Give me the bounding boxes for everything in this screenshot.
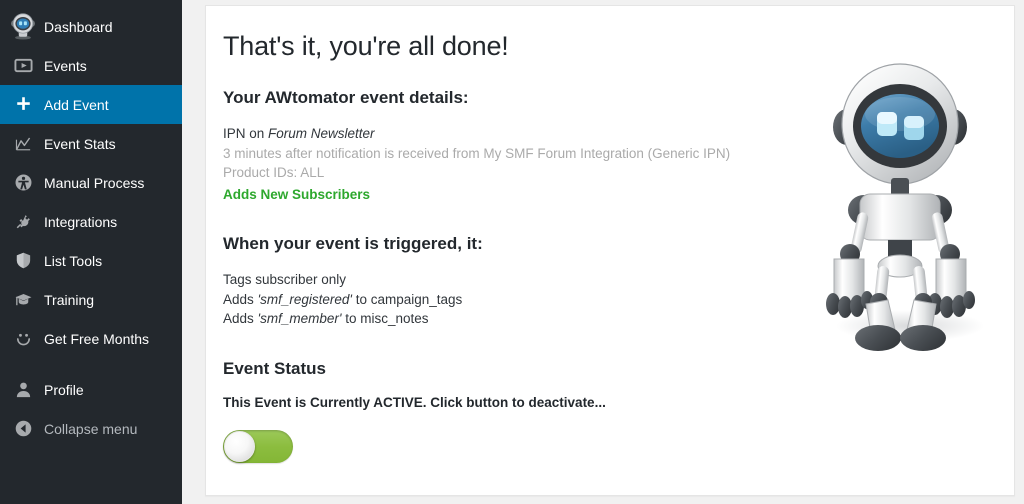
trigger-line-2-emphasis: 'smf_registered'	[257, 291, 352, 307]
sidebar-item-profile[interactable]: Profile	[0, 370, 182, 409]
sidebar-item-event-stats[interactable]: Event Stats	[0, 124, 182, 163]
trigger-line-3-suffix: to misc_notes	[341, 311, 429, 327]
collapse-arrow-icon	[6, 412, 40, 446]
sidebar-item-label: Training	[44, 291, 95, 308]
sidebar-item-label: Add Event	[44, 96, 109, 113]
trigger-line-2-suffix: to campaign_tags	[351, 291, 463, 307]
event-active-toggle[interactable]	[223, 429, 293, 463]
sidebar-item-label: Events	[44, 57, 87, 74]
accessibility-icon	[6, 166, 40, 200]
sidebar-nav: Dashboard Events Add Event Event Stats M…	[0, 0, 190, 504]
sidebar-item-label: Dashboard	[44, 18, 113, 35]
event-status-text: This Event is Currently ACTIVE. Click bu…	[223, 394, 606, 410]
main-content: That's it, you're all done! Your AWtomat…	[182, 0, 1024, 504]
sidebar-item-integrations[interactable]: Integrations	[0, 202, 182, 241]
sidebar-item-manual-process[interactable]: Manual Process	[0, 163, 182, 202]
content-card: That's it, you're all done! Your AWtomat…	[205, 5, 1015, 496]
plug-icon	[6, 205, 40, 239]
event-detail-emphasis: Forum Newsletter	[268, 126, 375, 142]
sidebar-item-label: List Tools	[44, 252, 103, 269]
person-icon	[6, 373, 40, 407]
sidebar-item-label: Event Stats	[44, 135, 116, 152]
robot-mascot-illustration	[792, 54, 1008, 354]
sidebar-item-events[interactable]: Events	[0, 46, 182, 85]
play-icon	[6, 49, 40, 83]
smiley-icon	[6, 322, 40, 356]
trigger-line-3-emphasis: 'smf_member'	[257, 311, 342, 327]
sidebar-item-label: Profile	[44, 381, 84, 398]
trigger-line-3-prefix: Adds	[223, 311, 258, 327]
sidebar-item-list-tools[interactable]: List Tools	[0, 241, 182, 280]
trigger-line-2-prefix: Adds	[223, 291, 258, 307]
graduation-cap-icon	[6, 283, 40, 317]
shield-icon	[6, 244, 40, 278]
sidebar-item-training[interactable]: Training	[0, 280, 182, 319]
plus-icon	[6, 88, 40, 122]
sidebar-item-collapse-menu[interactable]: Collapse menu	[0, 409, 182, 448]
sidebar-item-add-event[interactable]: Add Event	[0, 85, 190, 124]
toggle-knob	[224, 430, 255, 462]
sidebar-item-label: Collapse menu	[44, 420, 138, 437]
event-detail-prefix: IPN on	[223, 126, 269, 142]
sidebar-item-label: Get Free Months	[44, 330, 150, 347]
event-status-heading: Event Status	[223, 358, 326, 378]
robot-icon	[6, 10, 40, 44]
chart-line-icon	[6, 127, 40, 161]
sidebar-item-dashboard[interactable]: Dashboard	[0, 7, 182, 46]
sidebar-item-label: Manual Process	[44, 174, 145, 191]
admin-page: Dashboard Events Add Event Event Stats M…	[0, 0, 1024, 504]
sidebar-item-label: Integrations	[44, 213, 118, 230]
sidebar-item-get-free-months[interactable]: Get Free Months	[0, 319, 182, 358]
